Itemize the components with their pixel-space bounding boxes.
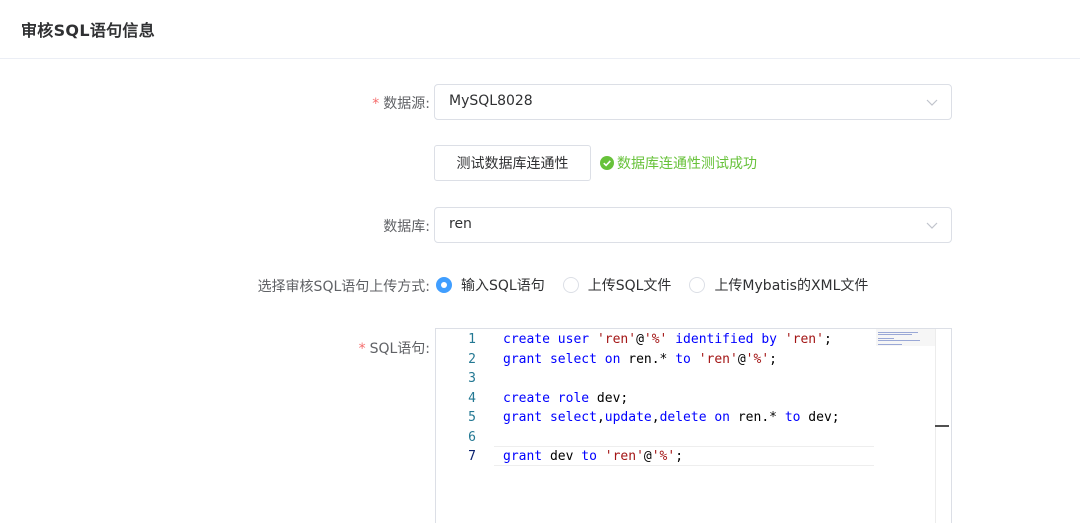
editor-scrollbar[interactable]: [935, 329, 951, 523]
radio-upload-sql-file[interactable]: 上传SQL文件: [562, 275, 672, 295]
connection-success-message: 数据库连通性测试成功: [600, 153, 757, 173]
minimap-line: [878, 332, 918, 333]
datasource-label-text: 数据源:: [383, 96, 430, 112]
upload-mode-radio-group: 输入SQL语句 上传SQL文件 上传Mybatis的XML文件: [436, 275, 886, 295]
radio-label: 上传Mybatis的XML文件: [714, 278, 869, 294]
scrollbar-cursor-marker: [935, 425, 949, 427]
line-number: 4: [468, 390, 476, 406]
radio-button[interactable]: [562, 277, 579, 293]
sql-label-text: SQL语句:: [369, 341, 430, 357]
code-line[interactable]: create role dev;: [503, 389, 628, 409]
line-number: 5: [468, 410, 476, 425]
test-connection-button[interactable]: 测试数据库连通性: [434, 145, 591, 181]
page-title: 审核SQL语句信息: [21, 21, 156, 40]
radio-upload-mybatis-xml[interactable]: 上传Mybatis的XML文件: [689, 275, 868, 295]
radio-label: 输入SQL语句: [461, 278, 545, 294]
required-asterisk: *: [372, 96, 380, 112]
database-value: ren: [449, 216, 472, 232]
minimap-line: [878, 340, 920, 341]
database-label-text: 数据库:: [383, 219, 430, 235]
chevron-down-icon: [926, 222, 938, 229]
line-number-active: 7: [468, 449, 476, 464]
code-line[interactable]: grant select,update,delete on ren.* to d…: [503, 408, 840, 428]
upload-mode-label: 选择审核SQL语句上传方式:: [258, 276, 430, 296]
radio-input-sql[interactable]: 输入SQL语句: [436, 275, 545, 295]
code-line[interactable]: create user 'ren'@'%' identified by 'ren…: [503, 330, 832, 350]
database-select[interactable]: ren: [434, 207, 952, 243]
check-circle-icon: [600, 156, 614, 170]
database-label: 数据库:: [383, 216, 430, 236]
code-line[interactable]: grant select on ren.* to 'ren'@'%';: [503, 350, 777, 370]
minimap[interactable]: [876, 329, 936, 523]
code-line[interactable]: grant dev to 'ren'@'%';: [503, 447, 683, 467]
minimap-line: [878, 338, 894, 339]
line-number: 6: [468, 429, 476, 445]
radio-button-checked[interactable]: [436, 277, 452, 293]
datasource-value: MySQL8028: [449, 93, 533, 109]
datasource-label: * 数据源:: [372, 93, 430, 113]
upload-mode-label-text: 选择审核SQL语句上传方式:: [257, 279, 430, 295]
chevron-down-icon: [926, 99, 938, 106]
connection-success-text: 数据库连通性测试成功: [617, 156, 757, 172]
line-number: 1: [468, 332, 476, 347]
minimap-line: [878, 334, 912, 335]
line-number: 3: [468, 371, 476, 386]
minimap-line: [878, 344, 902, 345]
required-asterisk: *: [358, 341, 366, 357]
page-header: 审核SQL语句信息: [0, 0, 1080, 59]
sql-code-editor[interactable]: 1 2 3 4 5 6 7 create user 'ren'@'%' iden…: [435, 328, 952, 523]
line-number: 2: [468, 351, 476, 367]
radio-button[interactable]: [689, 277, 706, 293]
datasource-select[interactable]: MySQL8028: [434, 84, 952, 120]
sql-label: * SQL语句:: [359, 338, 430, 358]
radio-label: 上传SQL文件: [587, 278, 672, 294]
editor-gutter: 1 2 3 4 5 6 7: [436, 329, 494, 523]
